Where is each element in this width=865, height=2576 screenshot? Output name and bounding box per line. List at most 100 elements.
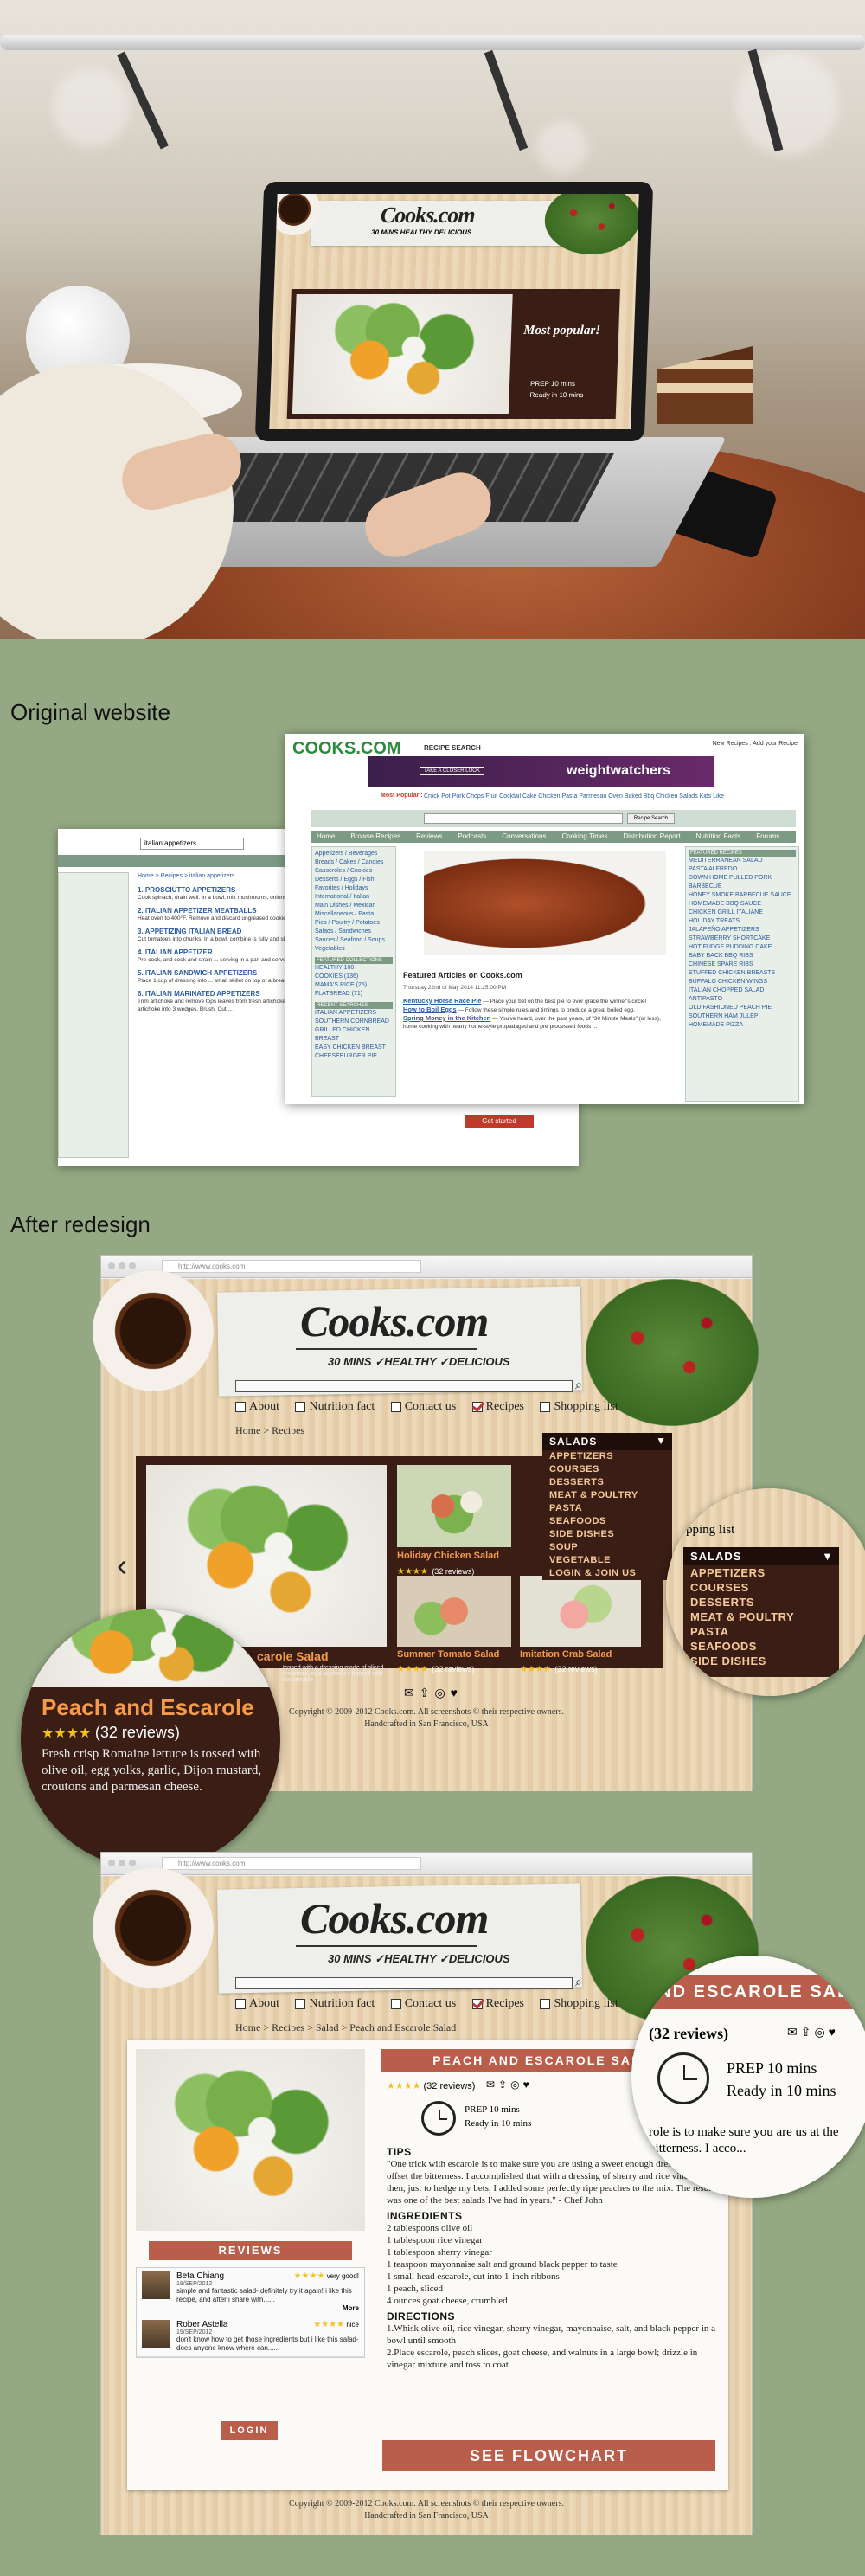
get-started-button[interactable]: Get started — [465, 1115, 534, 1128]
recent-link[interactable]: GRILLED CHICKEN BREAST — [315, 1026, 393, 1044]
nav-nutrition[interactable]: Nutrition fact — [295, 1997, 375, 2011]
orig-popular-links[interactable]: Crock Pot Pork Chops Fruit Cocktail Cake… — [424, 793, 787, 801]
orig-nav-forums[interactable]: Forums — [756, 831, 779, 843]
orig-top-links[interactable]: New Recipes : Add your Recipe — [713, 741, 798, 747]
menu-item[interactable]: APPETIZERS — [542, 1450, 672, 1463]
category-link[interactable]: Vegetables — [315, 945, 393, 954]
nav-nutrition[interactable]: Nutrition fact — [295, 1400, 375, 1414]
prev-arrow-icon[interactable]: ‹ — [117, 1547, 127, 1584]
orig-nav-reviews[interactable]: Reviews — [416, 831, 442, 843]
recipe-link[interactable]: BABY BACK BBQ RIBS — [689, 952, 796, 960]
recipe-link[interactable]: HONEY SMOKE BARBECUE SAUCE — [689, 891, 796, 900]
collection-link[interactable]: HEALTHY 100 — [315, 964, 393, 973]
nav-recipes[interactable]: Recipes — [471, 1400, 524, 1414]
category-link[interactable]: Miscellaneous / Pasta — [315, 910, 393, 919]
breadcrumb[interactable]: Home > Recipes — [235, 1424, 304, 1437]
share-icons[interactable]: ✉⇪◎♥ — [486, 2078, 533, 2091]
orig-back-search[interactable]: italian appetizers — [140, 838, 244, 850]
recent-link[interactable]: SOUTHERN CORNBREAD — [315, 1018, 393, 1026]
recipe-link[interactable]: STRAWBERRY SHORTCAKE — [689, 935, 796, 943]
reviewer-name[interactable]: Beta Chiang — [176, 2271, 224, 2281]
recipe-link[interactable]: HOT FUDGE PUDDING CAKE — [689, 943, 796, 952]
recipe-link[interactable]: CHINESE SPARE RIBS — [689, 960, 796, 969]
recipe-link[interactable]: ITALIAN CHOPPED SALAD ANTIPASTO — [689, 986, 796, 1004]
collection-link[interactable]: COOKIES (136) — [315, 973, 393, 981]
search-icon[interactable]: ⌕ — [575, 1378, 582, 1392]
recipe-link[interactable]: HOMEMADE BBQ SAUCE — [689, 900, 796, 909]
category-link[interactable]: Sauces / Seafood / Soups — [315, 936, 393, 945]
orig-nav-browse[interactable]: Browse Recipes — [350, 831, 400, 843]
search-icon[interactable]: ⌕ — [575, 1975, 582, 1989]
ad-button[interactable]: TAKE A CLOSER LOOK — [420, 767, 484, 775]
menu-item[interactable]: VEGETABLE — [542, 1554, 672, 1567]
recent-link[interactable]: ITALIAN APPETIZERS — [315, 1009, 393, 1018]
login-button[interactable]: LOGIN — [221, 2421, 278, 2440]
see-flowchart-button[interactable]: SEE FLOWCHART — [382, 2440, 715, 2471]
more-link[interactable]: More — [176, 2304, 359, 2312]
search-input[interactable] — [235, 1380, 573, 1392]
recent-link[interactable]: CHEESEBURGER PIE — [315, 1052, 393, 1061]
dropdown-head[interactable]: SALADS ▼ — [542, 1433, 672, 1450]
site-logo[interactable]: Cooks.com — [300, 1893, 489, 1943]
menu-item[interactable]: DESSERTS — [542, 1476, 672, 1489]
card-title-summer[interactable]: Summer Tomato Salad — [397, 1649, 499, 1660]
menu-item[interactable]: COURSES — [542, 1463, 672, 1476]
article-link[interactable]: How to Boil Eggs — [403, 1005, 457, 1013]
url-bar[interactable]: http://www.cooks.com — [162, 1260, 421, 1273]
category-link[interactable]: International / Italian — [315, 893, 393, 902]
menu-item[interactable]: SIDE DISHES — [542, 1528, 672, 1541]
menu-item[interactable]: PASTA — [542, 1502, 672, 1515]
nav-about[interactable]: About — [235, 1400, 279, 1414]
reviewer-name[interactable]: Rober Astella — [176, 2320, 227, 2329]
social-icons[interactable]: ✉⇪◎♥ — [404, 1686, 463, 1700]
recipe-link[interactable]: CHICKEN GRILL ITALIANE — [689, 909, 796, 917]
nav-contact[interactable]: Contact us — [390, 1997, 456, 2011]
url-bar[interactable]: http://www.cooks.com — [162, 1857, 421, 1870]
search-input[interactable] — [235, 1977, 573, 1989]
recipe-link[interactable]: JALAPEÑO APPETIZERS — [689, 926, 796, 935]
recipe-link[interactable]: SOUTHERN HAM JULEP — [689, 1012, 796, 1021]
recipe-link[interactable]: STUFFED CHICKEN BREASTS — [689, 969, 796, 978]
article-link[interactable]: Spring Money in the Kitchen — [403, 1014, 490, 1022]
recipe-link[interactable]: OLD FASHIONED PEACH PIE — [689, 1004, 796, 1012]
collection-link[interactable]: FLATBREAD (71) — [315, 990, 393, 999]
orig-nav-nutrition[interactable]: Nutrition Facts — [696, 831, 741, 843]
orig-search-input[interactable] — [424, 813, 623, 824]
category-link[interactable]: Desserts / Eggs / Fish — [315, 876, 393, 884]
orig-ad-banner[interactable]: weightwatchers TAKE A CLOSER LOOK — [368, 756, 714, 787]
recipe-link[interactable]: PASTA ALFREDO — [689, 865, 796, 874]
orig-nav-podcasts[interactable]: Podcasts — [458, 831, 486, 843]
recipe-link[interactable]: DOWN HOME PULLED PORK BARBECUE — [689, 874, 796, 891]
orig-nav-home[interactable]: Home — [317, 831, 335, 843]
card-image-crab[interactable] — [520, 1576, 641, 1647]
recipe-link[interactable]: MEDITERRANEAN SALAD — [689, 857, 796, 865]
menu-item[interactable]: SOUP — [542, 1541, 672, 1554]
category-link[interactable]: Main Dishes / Mexican — [315, 902, 393, 910]
nav-about[interactable]: About — [235, 1997, 279, 2011]
menu-item[interactable]: SEAFOODS — [542, 1515, 672, 1528]
category-link[interactable]: Favorites / Holidays — [315, 884, 393, 893]
recipe-link[interactable]: BUFFALO CHICKEN WINGS — [689, 978, 796, 986]
orig-search-button[interactable]: Recipe Search — [627, 813, 675, 824]
card-image-summer[interactable] — [397, 1576, 511, 1647]
category-link[interactable]: Appetizers / Beverages — [315, 850, 393, 858]
recipe-link[interactable]: HOLIDAY TREATS — [689, 917, 796, 926]
site-logo[interactable]: Cooks.com — [300, 1296, 489, 1346]
nav-recipes[interactable]: Recipes — [471, 1997, 524, 2011]
recipe-link[interactable]: HOMEMADE PIZZA — [689, 1021, 796, 1030]
orig-nav-cooking-times[interactable]: Cooking Times — [561, 831, 607, 843]
nav-shopping[interactable]: Shopping list — [540, 1400, 618, 1414]
card-title-holiday[interactable]: Holiday Chicken Salad — [397, 1551, 499, 1561]
category-link[interactable]: Breads / Cakes / Candies — [315, 858, 393, 867]
card-image-holiday[interactable] — [397, 1465, 511, 1547]
recipe-reviews[interactable]: (32 reviews) — [424, 2081, 476, 2091]
category-link[interactable]: Casseroles / Cookies — [315, 867, 393, 876]
chevron-down-icon[interactable]: ▼ — [656, 1435, 667, 1447]
article-link[interactable]: Kentucky Horse Race Pie — [403, 997, 481, 1005]
category-link[interactable]: Pies / Poultry / Potatoes — [315, 919, 393, 928]
menu-item[interactable]: LOGIN & JOIN US — [542, 1567, 672, 1580]
nav-shopping[interactable]: Shopping list — [540, 1997, 618, 2011]
orig-nav-conversations[interactable]: Conversations — [502, 831, 546, 843]
nav-contact[interactable]: Contact us — [390, 1400, 456, 1414]
category-link[interactable]: Salads / Sandwiches — [315, 928, 393, 936]
